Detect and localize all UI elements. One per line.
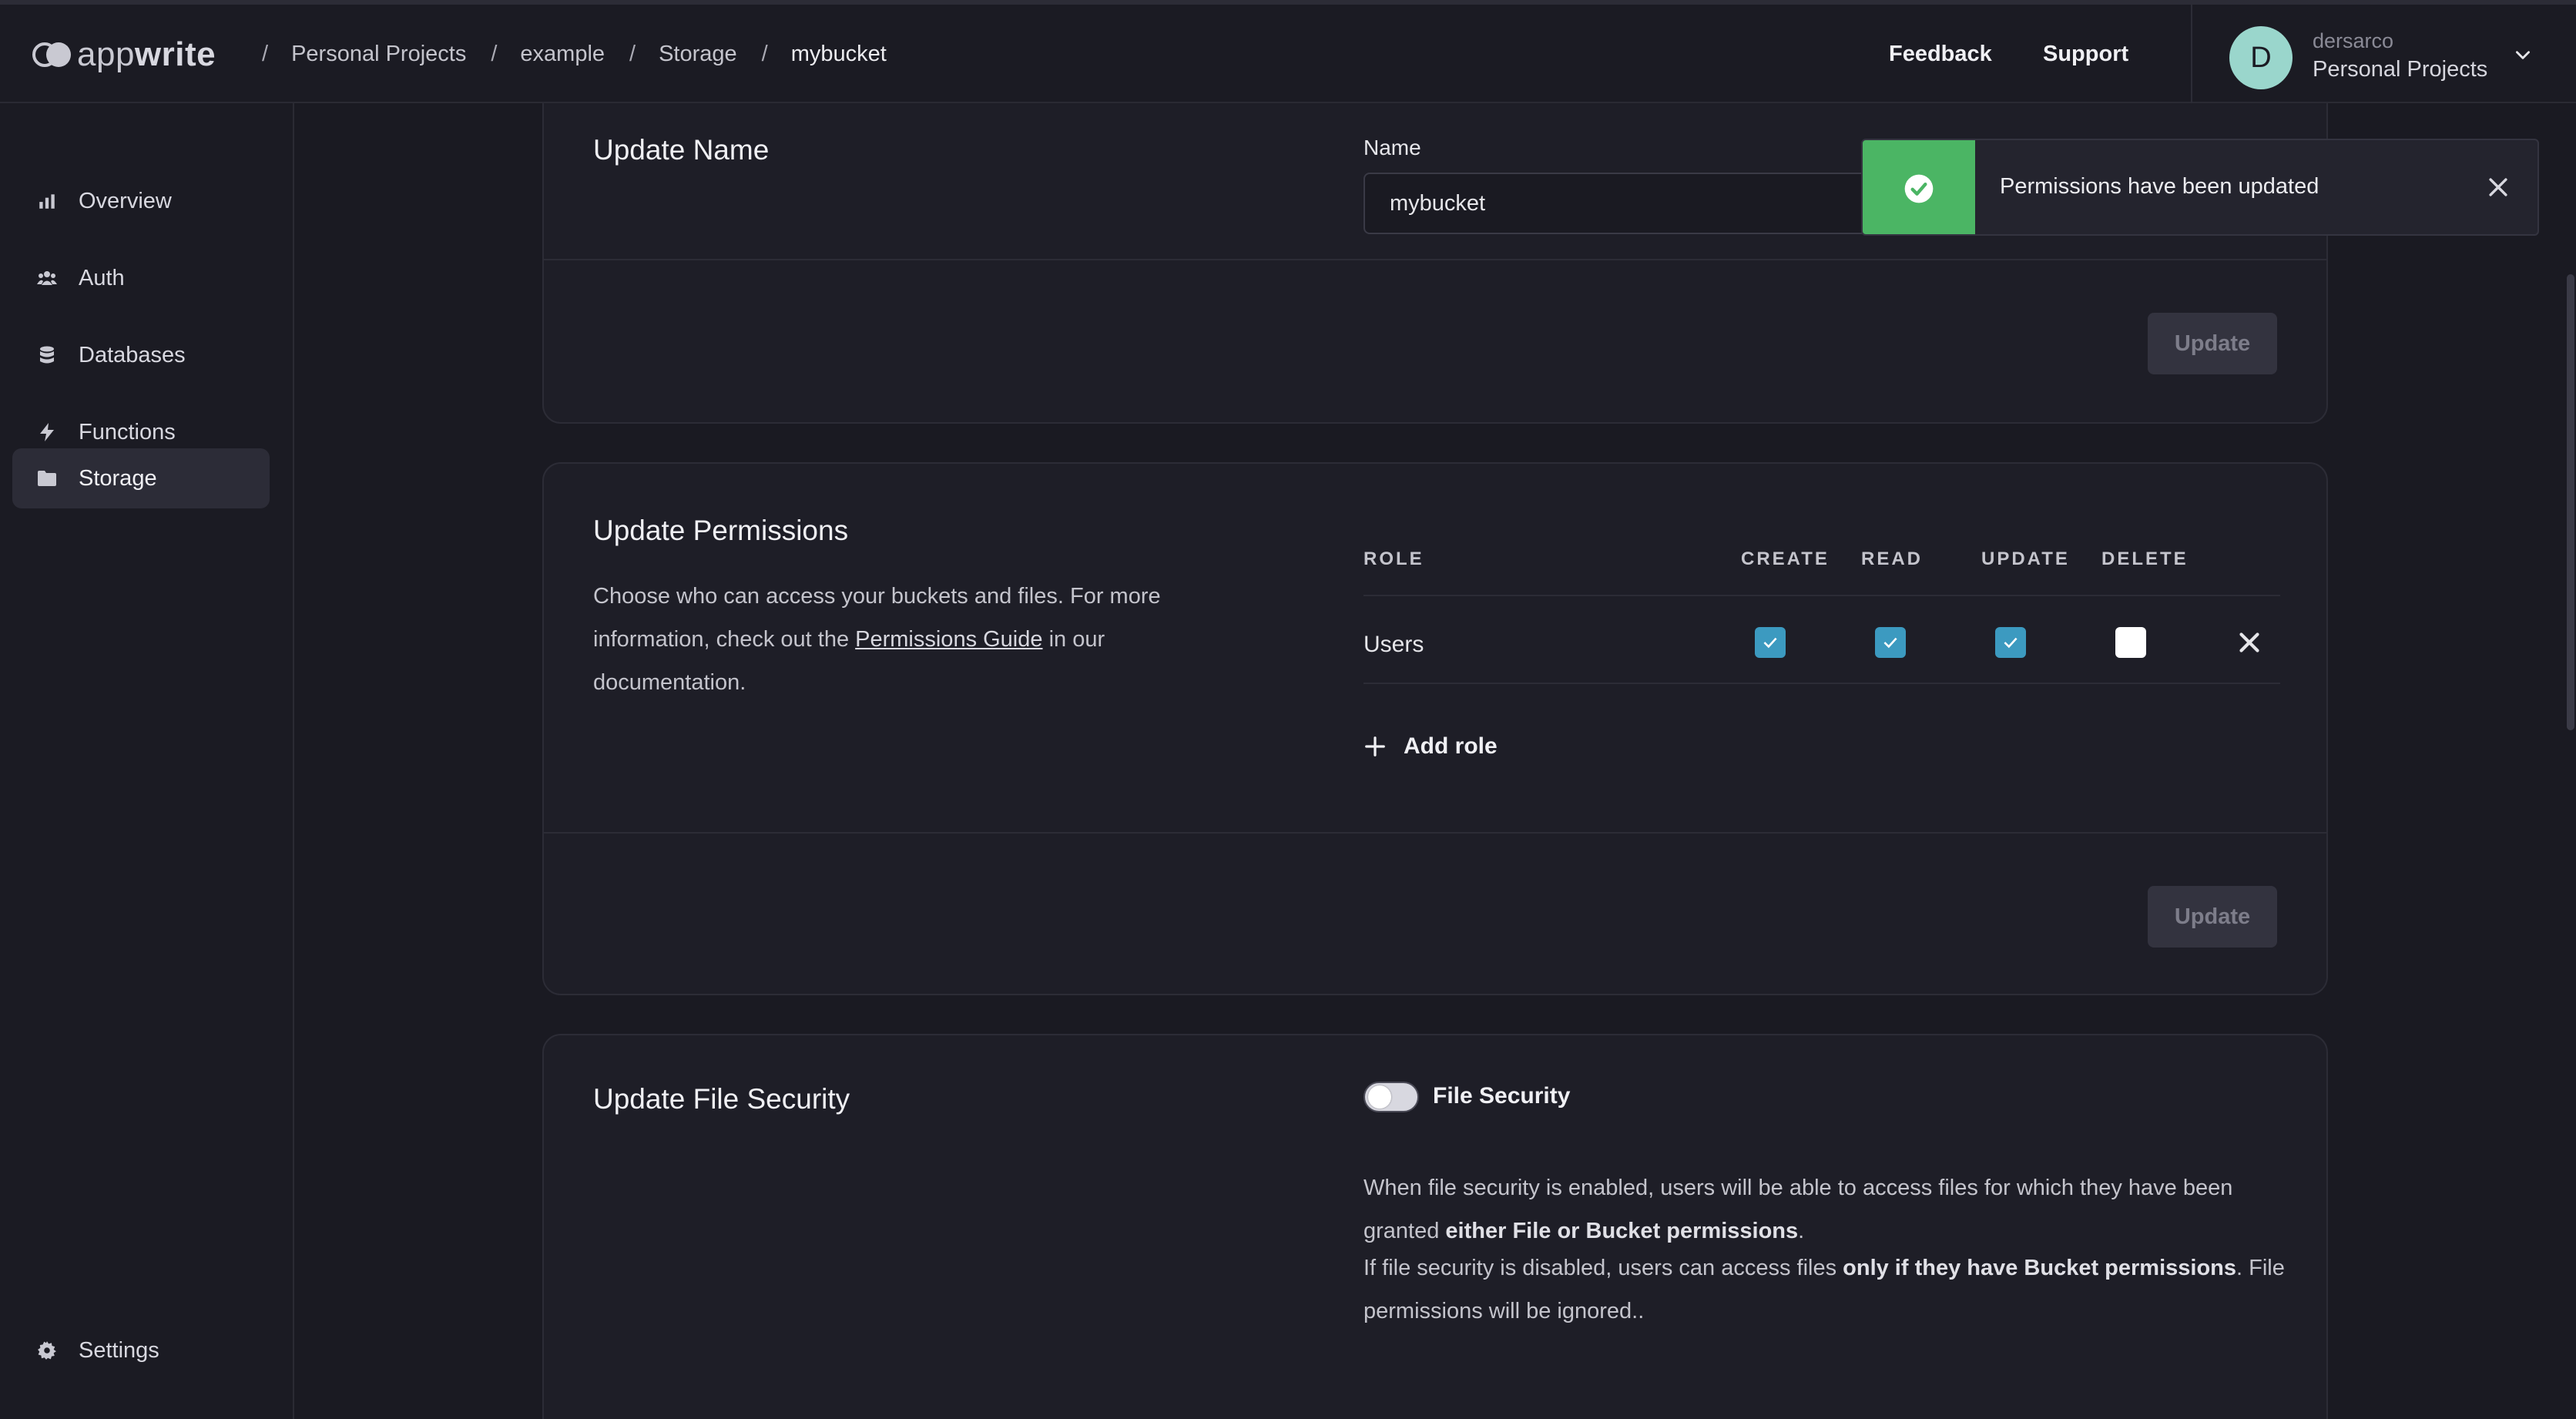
sidebar-item-databases[interactable]: Databases xyxy=(12,325,270,385)
chart-icon xyxy=(37,191,57,211)
file-security-toggle[interactable] xyxy=(1363,1082,1419,1112)
sidebar-item-auth[interactable]: Auth xyxy=(12,248,270,308)
table-divider xyxy=(1363,683,2280,684)
card-divider xyxy=(544,259,2326,260)
permissions-description: Choose who can access your buckets and f… xyxy=(593,584,1161,695)
sidebar-item-overview[interactable]: Overview xyxy=(12,171,270,231)
scrollbar[interactable] xyxy=(2564,103,2576,1419)
breadcrumb-separator: / xyxy=(262,42,269,66)
breadcrumb-separator: / xyxy=(761,42,768,66)
name-input[interactable] xyxy=(1363,173,1887,234)
update-permissions-card: Update Permissions Choose who can access… xyxy=(542,462,2328,995)
delete-checkbox[interactable] xyxy=(2115,627,2146,658)
update-checkbox[interactable] xyxy=(1995,627,2026,658)
toast-icon-box xyxy=(1863,140,1975,234)
feedback-link[interactable]: Feedback xyxy=(1889,42,1992,67)
top-bar: appwrite / Personal Projects / example /… xyxy=(0,0,2576,108)
sidebar: Overview Auth Databases Functions Storag… xyxy=(0,103,294,1419)
breadcrumb-storage[interactable]: Storage xyxy=(659,42,737,67)
remove-role-icon[interactable] xyxy=(2236,629,2263,656)
scrollbar-thumb[interactable] xyxy=(2567,274,2574,730)
support-link[interactable]: Support xyxy=(2043,42,2128,67)
plus-icon xyxy=(1365,736,1385,756)
appwrite-logo[interactable]: appwrite xyxy=(32,34,216,75)
update-permissions-button[interactable]: Update xyxy=(2148,886,2277,948)
column-header-create: CREATE xyxy=(1741,548,1830,569)
read-checkbox[interactable] xyxy=(1875,627,1906,658)
add-role-label: Add role xyxy=(1404,733,1498,759)
main-content: Update Name Name Update Update Permissio… xyxy=(296,103,2553,1419)
sidebar-item-storage[interactable]: Storage xyxy=(12,448,270,508)
file-security-disabled-text: If file security is disabled, users can … xyxy=(1363,1256,2285,1323)
card-divider xyxy=(544,832,2326,834)
lightning-icon xyxy=(37,422,57,442)
toast-message: Permissions have been updated xyxy=(2000,174,2319,199)
breadcrumb-separator: / xyxy=(629,42,636,66)
column-header-delete: DELETE xyxy=(2101,548,2189,569)
database-icon xyxy=(37,345,57,365)
success-toast: Permissions have been updated xyxy=(1861,139,2539,236)
breadcrumb-organization[interactable]: Personal Projects xyxy=(291,42,466,67)
create-checkbox[interactable] xyxy=(1755,627,1786,658)
sidebar-item-label: Auth xyxy=(79,265,125,290)
sidebar-item-label: Settings xyxy=(79,1337,159,1363)
file-security-enabled-text: When file security is enabled, users wil… xyxy=(1363,1176,2233,1243)
card-title: Update Permissions xyxy=(593,515,849,546)
column-header-read: READ xyxy=(1861,548,1924,569)
role-name: Users xyxy=(1363,632,1424,657)
folder-icon xyxy=(37,468,57,488)
card-title: Update File Security xyxy=(593,1083,850,1115)
sidebar-item-settings[interactable]: Settings xyxy=(12,1320,270,1380)
breadcrumb-bucket[interactable]: mybucket xyxy=(791,42,887,67)
sidebar-item-label: Storage xyxy=(79,465,157,491)
file-security-label: File Security xyxy=(1433,1083,1571,1109)
username[interactable]: dersarco xyxy=(2313,29,2393,53)
users-icon xyxy=(37,268,57,288)
logo-mark-icon xyxy=(32,42,71,67)
header-divider xyxy=(2191,5,2192,108)
close-icon[interactable] xyxy=(2485,174,2511,200)
sidebar-item-label: Overview xyxy=(79,188,172,213)
column-header-update: UPDATE xyxy=(1981,548,2070,569)
sidebar-item-label: Functions xyxy=(79,419,176,444)
breadcrumb: / Personal Projects / example / Storage … xyxy=(262,42,911,67)
update-file-security-card: Update File Security File Security When … xyxy=(542,1034,2328,1419)
add-role-button[interactable]: Add role xyxy=(1363,733,1498,760)
breadcrumb-project[interactable]: example xyxy=(520,42,605,67)
breadcrumb-separator: / xyxy=(491,42,498,66)
avatar[interactable]: D xyxy=(2229,26,2293,89)
logo-text: appwrite xyxy=(77,35,216,73)
name-field-label: Name xyxy=(1363,136,1421,159)
table-divider xyxy=(1363,595,2280,596)
chevron-down-icon[interactable] xyxy=(2513,45,2533,65)
card-title: Update Name xyxy=(593,134,770,166)
gear-icon xyxy=(37,1340,57,1360)
permissions-guide-link[interactable]: Permissions Guide xyxy=(855,627,1042,652)
check-circle-icon xyxy=(1904,174,1934,203)
sidebar-item-label: Databases xyxy=(79,342,186,367)
organization-name[interactable]: Personal Projects xyxy=(2313,57,2487,82)
column-header-role: ROLE xyxy=(1363,548,1424,569)
update-name-button[interactable]: Update xyxy=(2148,313,2277,374)
toggle-knob xyxy=(1368,1085,1391,1109)
